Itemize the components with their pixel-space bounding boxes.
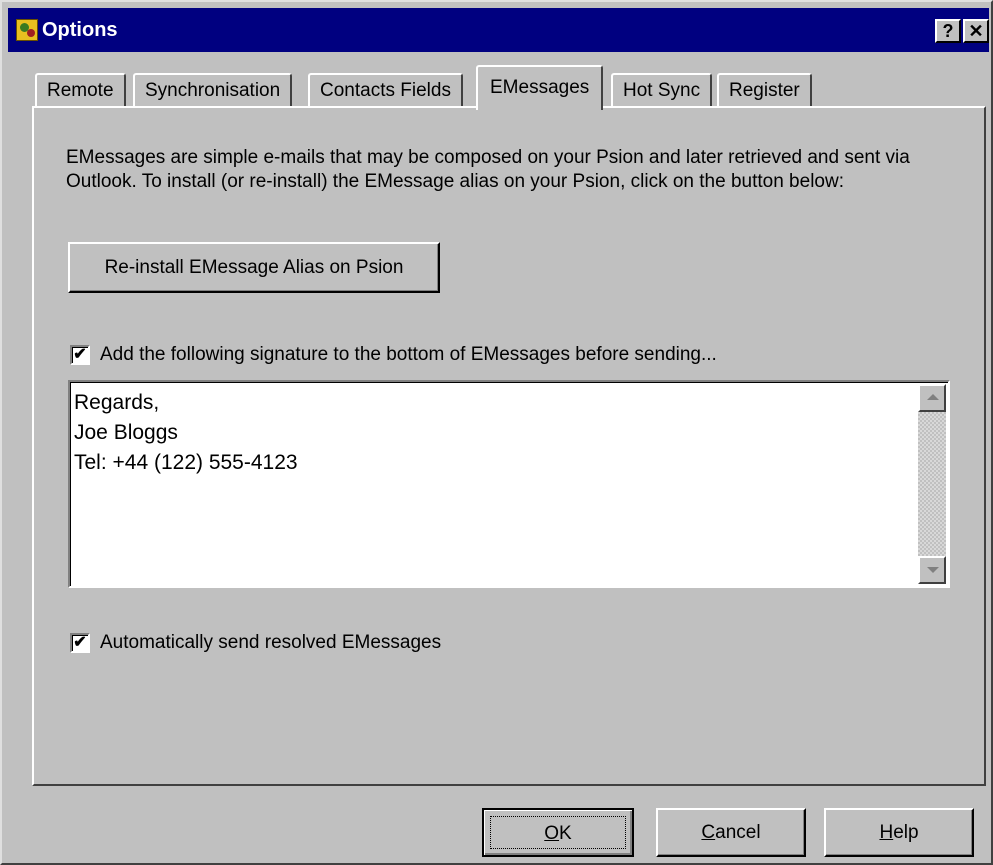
- scroll-down-arrow-icon[interactable]: [918, 556, 946, 584]
- auto-send-checkbox[interactable]: ✔: [70, 633, 90, 653]
- signature-line: Joe Bloggs: [74, 421, 178, 444]
- close-button[interactable]: ✕: [963, 19, 989, 43]
- tab-synchronisation[interactable]: Synchronisation: [133, 73, 293, 107]
- tab-contacts-fields[interactable]: Contacts Fields: [308, 73, 463, 107]
- auto-send-checkbox-label[interactable]: Automatically send resolved EMessages: [100, 631, 441, 655]
- scroll-up-arrow-icon[interactable]: [918, 384, 946, 412]
- tab-hot-sync[interactable]: Hot Sync: [611, 73, 713, 107]
- app-icon: [16, 19, 38, 41]
- title-bar[interactable]: Options ? ✕: [8, 8, 989, 52]
- ok-button[interactable]: OK: [482, 808, 634, 857]
- cancel-button[interactable]: Cancel: [656, 808, 806, 857]
- ok-label-rest: K: [559, 823, 572, 844]
- ok-mnemonic: O: [544, 823, 560, 844]
- signature-line: Regards,: [74, 391, 160, 414]
- tab-remote[interactable]: Remote: [35, 73, 126, 107]
- signature-textarea[interactable]: Regards, Joe Bloggs Tel: +44 (122) 555-4…: [68, 380, 950, 588]
- vertical-scrollbar[interactable]: [918, 384, 946, 584]
- reinstall-alias-button[interactable]: Re-install EMessage Alias on Psion: [68, 242, 440, 293]
- cancel-label-rest: ancel: [715, 822, 761, 843]
- help-button[interactable]: Help: [824, 808, 974, 857]
- signature-checkbox-label[interactable]: Add the following signature to the botto…: [100, 343, 717, 367]
- help-mnemonic: H: [879, 822, 894, 843]
- signature-text: Regards, Joe Bloggs Tel: +44 (122) 555-4…: [74, 388, 298, 478]
- signature-line: Tel: +44 (122) 555-4123: [74, 451, 298, 474]
- cancel-mnemonic: C: [701, 822, 716, 843]
- tab-emessages[interactable]: EMessages: [476, 65, 604, 110]
- close-icon: ✕: [968, 21, 984, 41]
- signature-checkbox[interactable]: ✔: [70, 345, 90, 365]
- help-title-button[interactable]: ?: [935, 19, 961, 43]
- tab-register[interactable]: Register: [717, 73, 812, 107]
- focus-rect: OK: [490, 816, 626, 849]
- window-title: Options: [42, 19, 118, 41]
- emessages-panel: EMessages are simple e-mails that may be…: [32, 106, 986, 786]
- help-label-rest: elp: [893, 822, 919, 843]
- description-text: EMessages are simple e-mails that may be…: [66, 147, 910, 192]
- options-dialog: Options ? ✕ Remote Synchronisation Conta…: [0, 0, 993, 865]
